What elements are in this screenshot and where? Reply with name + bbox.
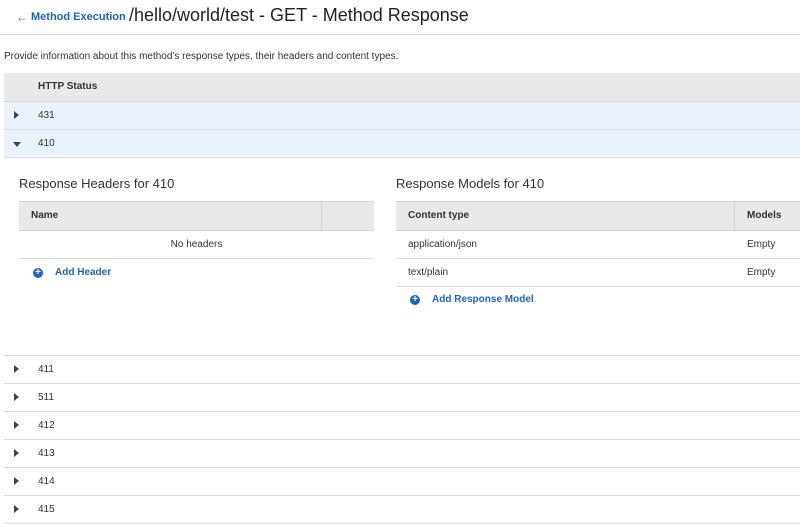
status-row-511[interactable]: 511 [4,384,800,412]
model-row[interactable]: text/plain Empty [396,259,800,287]
add-response-model-button[interactable]: + Add Response Model [410,294,534,305]
status-rows-after: 411 511 412 413 414 415 [4,355,800,524]
response-headers-table: Name No headers [19,201,374,259]
page-description: Provide information about this method's … [4,51,399,62]
status-code: 414 [38,476,55,487]
status-row-415[interactable]: 415 [4,496,800,524]
status-code: 412 [38,420,55,431]
column-divider [321,202,322,230]
caret-right-icon[interactable] [14,111,19,119]
status-code: 413 [38,448,55,459]
back-link-label: Method Execution [31,11,126,23]
headers-name-column: Name [31,210,59,221]
status-code: 431 [38,110,55,121]
back-to-method-execution-link[interactable]: ← Method Execution [16,10,126,24]
models-table-header: Content type Models [396,202,800,231]
model-cell: Empty [747,239,776,250]
models-column: Models [747,210,782,221]
status-row-410[interactable]: 410 [4,130,800,158]
headers-table-header: Name [19,202,374,231]
status-code: 411 [38,364,54,375]
status-row-413[interactable]: 413 [4,440,800,468]
page-header: ← Method Execution /hello/world/test - G… [0,0,800,35]
arrow-left-icon: ← [16,10,28,24]
caret-right-icon[interactable] [14,421,19,429]
caret-right-icon[interactable] [14,505,19,513]
status-code: 410 [38,138,55,149]
caret-right-icon[interactable] [14,393,19,401]
page-title: /hello/world/test - GET - Method Respons… [129,5,469,25]
caret-right-icon[interactable] [14,477,19,485]
headers-empty-row: No headers [19,231,374,259]
status-code: 415 [38,504,55,515]
column-divider [734,202,735,230]
response-models-title: Response Models for 410 [396,176,545,191]
response-models-table: Content type Models application/json Emp… [396,201,800,287]
content-type-column: Content type [408,210,470,221]
model-cell: Empty [747,267,776,278]
status-row-431[interactable]: 431 [4,102,800,130]
http-status-column-header: HTTP Status [4,73,800,102]
add-header-button[interactable]: + Add Header [33,267,111,278]
model-row[interactable]: application/json Empty [396,231,800,259]
caret-right-icon[interactable] [14,365,19,373]
plus-circle-icon: + [33,267,43,278]
status-row-412[interactable]: 412 [4,412,800,440]
caret-down-icon[interactable] [13,142,21,147]
content-type-cell: text/plain [408,267,449,278]
caret-right-icon[interactable] [14,449,19,457]
status-row-411[interactable]: 411 [4,356,800,384]
status-code: 511 [38,392,54,403]
status-row-414[interactable]: 414 [4,468,800,496]
response-headers-title: Response Headers for 410 [19,176,175,191]
http-status-table: HTTP Status 431 410 Response Headers for… [4,73,800,524]
expanded-410-panel: Response Headers for 410 Name No headers… [4,158,800,355]
content-type-cell: application/json [408,239,477,250]
plus-circle-icon: + [410,294,420,305]
